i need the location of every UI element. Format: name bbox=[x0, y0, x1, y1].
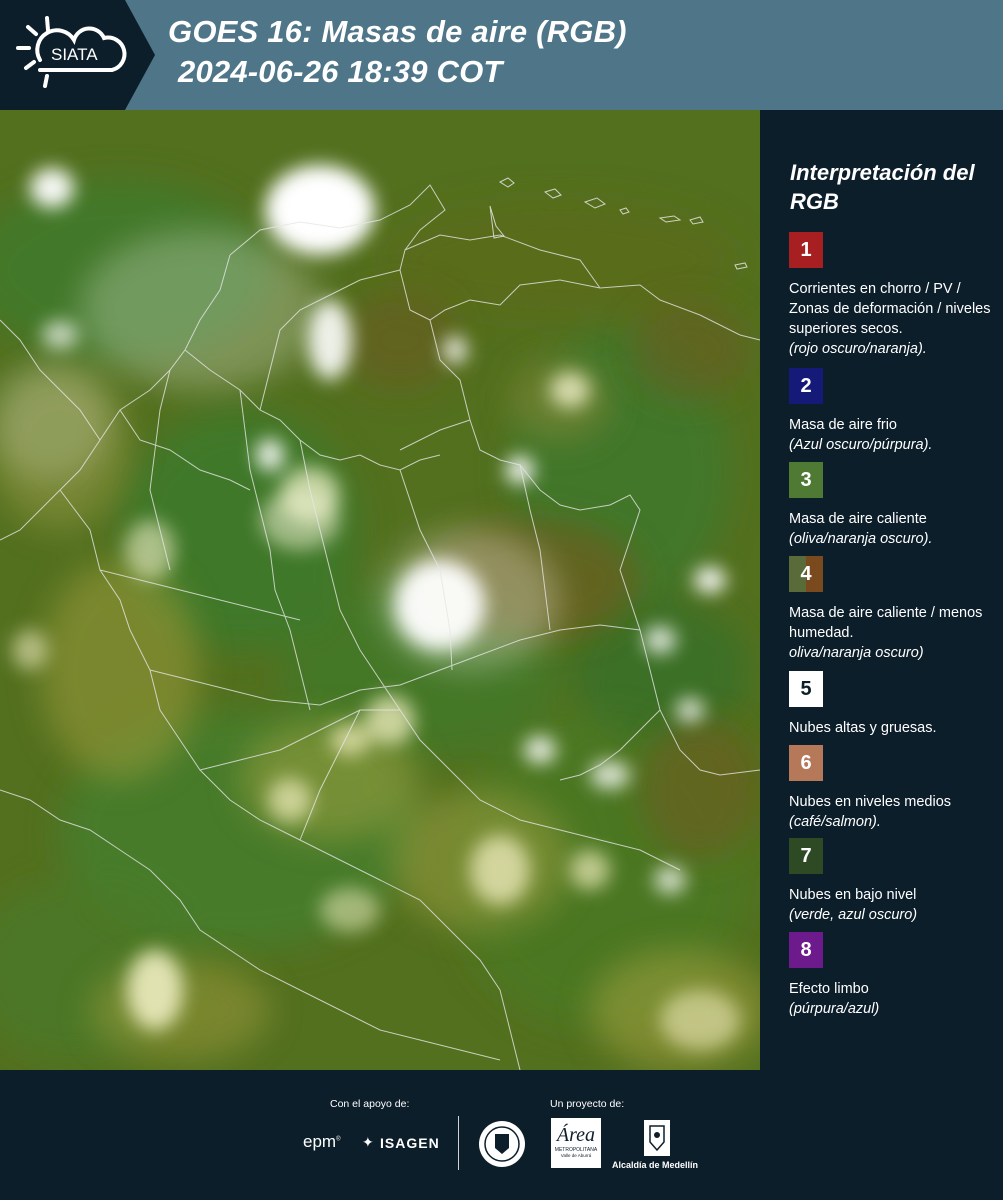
legend-swatch: 3 bbox=[789, 462, 823, 498]
legend-desc: Nubes en niveles medios bbox=[789, 794, 952, 810]
satellite-map[interactable] bbox=[0, 110, 760, 1070]
legend-swatch: 4 bbox=[789, 556, 823, 592]
logo-text: SIATA bbox=[51, 45, 98, 64]
legend-panel: Interpretación del RGB 1 Corrientes en c… bbox=[760, 110, 1003, 1070]
epm-logo: epm® bbox=[303, 1132, 341, 1151]
header-bar: SIATA GOES 16: Masas de aire (RGB) 2024-… bbox=[0, 0, 1003, 110]
legend-note: oliva/naranja oscuro) bbox=[789, 645, 924, 661]
legend-desc: Masa de aire caliente bbox=[789, 511, 927, 527]
legend-desc: Nubes en bajo nivel bbox=[789, 887, 917, 903]
isagen-icon: ✦ bbox=[362, 1134, 374, 1150]
area-metropolitana-logo: Área METROPOLITANA Valle de Aburrá bbox=[551, 1118, 601, 1168]
project-label: Un proyecto de: bbox=[550, 1098, 625, 1110]
legend-swatch: 7 bbox=[789, 838, 823, 874]
page-title: GOES 16: Masas de aire (RGB) bbox=[168, 14, 627, 49]
legend-item-6: 6 Nubes en niveles medios (café/salmon). bbox=[789, 745, 999, 832]
legend-desc: Efecto limbo bbox=[789, 981, 869, 997]
legend-desc: Masa de aire frio bbox=[789, 417, 897, 433]
legend-item-1: 1 Corrientes en chorro / PV / Zonas de d… bbox=[789, 232, 999, 359]
legend-item-2: 2 Masa de aire frio (Azul oscuro/púrpura… bbox=[789, 368, 999, 455]
university-seal-icon bbox=[479, 1121, 525, 1167]
legend-note: (café/salmon). bbox=[789, 814, 881, 830]
support-label: Con el apoyo de: bbox=[330, 1098, 410, 1110]
legend-note: (rojo oscuro/naranja). bbox=[789, 341, 927, 357]
legend-note: (oliva/naranja oscuro). bbox=[789, 531, 933, 547]
legend-note: (Azul oscuro/púrpura). bbox=[789, 437, 933, 453]
footer-bar: Con el apoyo de: Un proyecto de: epm® ✦ … bbox=[0, 1070, 1003, 1200]
legend-desc: Masa de aire caliente / menos humedad. bbox=[789, 605, 983, 641]
siata-logo: SIATA bbox=[0, 0, 155, 110]
legend-swatch: 8 bbox=[789, 932, 823, 968]
legend-item-8: 8 Efecto limbo (púrpura/azul) bbox=[789, 932, 999, 1019]
legend-item-3: 3 Masa de aire caliente (oliva/naranja o… bbox=[789, 462, 999, 549]
legend-swatch: 6 bbox=[789, 745, 823, 781]
legend-swatch: 2 bbox=[789, 368, 823, 404]
page-timestamp: 2024-06-26 18:39 COT bbox=[178, 54, 503, 89]
legend-swatch: 1 bbox=[789, 232, 823, 268]
isagen-logo: ISAGEN bbox=[380, 1135, 440, 1151]
legend-note: (púrpura/azul) bbox=[789, 1001, 880, 1017]
legend-swatch: 5 bbox=[789, 671, 823, 707]
alcaldia-shield-icon bbox=[644, 1120, 670, 1156]
satellite-image bbox=[0, 110, 760, 1070]
footer-divider bbox=[458, 1116, 459, 1170]
legend-desc: Nubes altas y gruesas. bbox=[789, 720, 937, 736]
legend-title: Interpretación del RGB bbox=[790, 160, 975, 214]
legend-item-5: 5 Nubes altas y gruesas. bbox=[789, 671, 999, 738]
alcaldia-label: Alcaldía de Medellín bbox=[612, 1160, 699, 1170]
legend-item-7: 7 Nubes en bajo nivel (verde, azul oscur… bbox=[789, 838, 999, 925]
legend-item-4: 4 Masa de aire caliente / menos humedad.… bbox=[789, 556, 999, 663]
legend-note: (verde, azul oscuro) bbox=[789, 907, 918, 923]
legend-desc: Corrientes en chorro / PV / Zonas de def… bbox=[789, 281, 991, 337]
